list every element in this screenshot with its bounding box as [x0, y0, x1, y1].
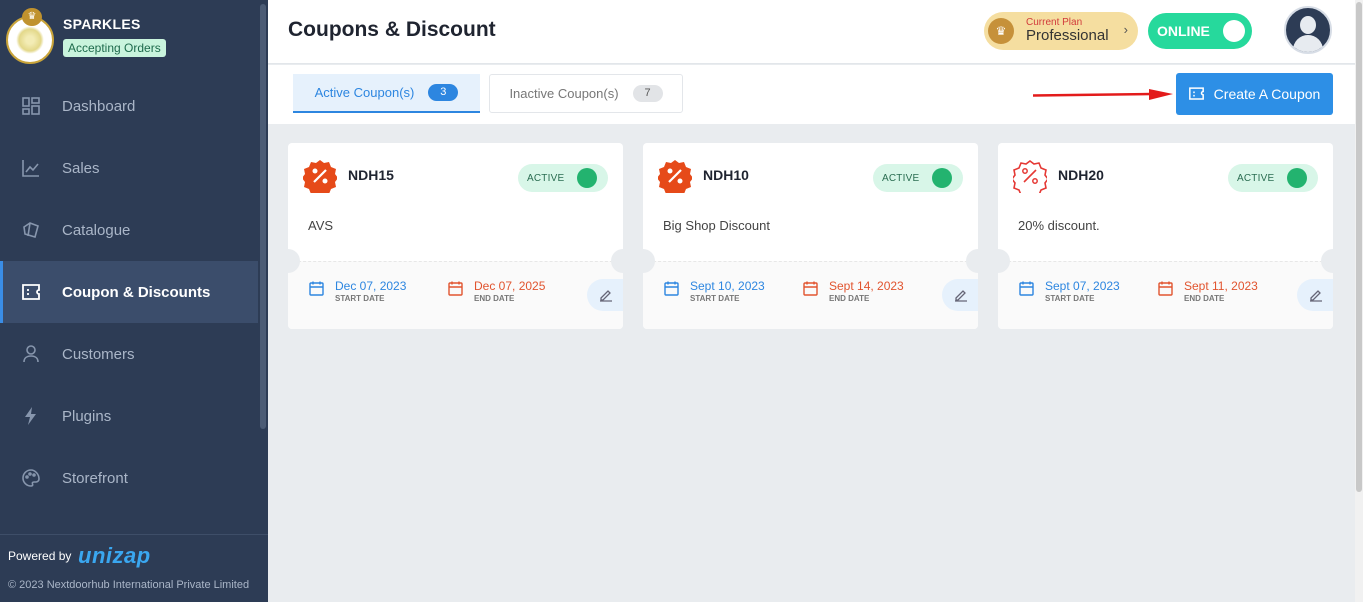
- end-date-label: END DATE: [829, 294, 870, 303]
- coupon-code: NDH10: [703, 167, 749, 183]
- top-header: Coupons & Discount ♛ Current Plan Profes…: [268, 0, 1363, 64]
- sidebar-item-label: Plugins: [62, 407, 112, 425]
- sidebar-item-sales[interactable]: Sales: [0, 137, 258, 199]
- sidebar-item-label: Coupon & Discounts: [62, 283, 211, 301]
- sidebar-footer: Powered by unizap © 2023 Nextdoorhub Int…: [0, 534, 268, 602]
- edit-coupon-button[interactable]: [1297, 279, 1333, 311]
- coupon-icon: [1188, 87, 1204, 101]
- toggle-knob: [1287, 168, 1307, 188]
- pencil-icon: [955, 290, 967, 302]
- calendar-icon: [1019, 281, 1034, 296]
- tab-label: Inactive Coupon(s): [509, 86, 619, 101]
- crown-icon: ♛: [988, 18, 1014, 44]
- lightning-icon: [22, 407, 40, 425]
- coupon-code: NDH15: [348, 167, 394, 183]
- red-arrow-annotation: [1033, 89, 1173, 100]
- coupon-card[interactable]: NDH20 ACTIVE 20% discount. Sept 07, 2023…: [998, 143, 1333, 329]
- page-title: Coupons & Discount: [288, 18, 496, 41]
- start-date-label: START DATE: [690, 294, 740, 303]
- toggle-knob: [1223, 20, 1245, 42]
- chart-line-icon: [22, 159, 40, 177]
- crown-icon: ♛: [22, 8, 42, 26]
- toggle-label: ACTIVE: [527, 173, 565, 184]
- coupon-status-toggle[interactable]: ACTIVE: [873, 164, 963, 192]
- tab-count-badge: 7: [632, 85, 663, 102]
- online-toggle[interactable]: ONLINE: [1148, 13, 1252, 49]
- current-plan-button[interactable]: ♛ Current Plan Professional ›: [984, 12, 1138, 50]
- edit-coupon-button[interactable]: [587, 279, 623, 311]
- user-icon: [22, 345, 40, 363]
- toggle-label: ACTIVE: [882, 173, 920, 184]
- end-date-label: END DATE: [1184, 294, 1225, 303]
- coupon-status-toggle[interactable]: ACTIVE: [518, 164, 608, 192]
- create-coupon-button[interactable]: Create A Coupon: [1176, 73, 1333, 115]
- sidebar-item-plugins[interactable]: Plugins: [0, 385, 258, 447]
- sidebar-item-label: Storefront: [62, 469, 128, 487]
- calendar-icon: [309, 281, 324, 296]
- pencil-icon: [1310, 290, 1322, 302]
- coupon-icon: [22, 283, 40, 301]
- tab-inactive-coupons[interactable]: Inactive Coupon(s) 7: [489, 74, 683, 113]
- sidebar-item-customers[interactable]: Customers: [0, 323, 258, 385]
- sidebar-scrollbar[interactable]: [260, 4, 266, 429]
- chevron-right-icon: ›: [1123, 22, 1128, 37]
- powered-by-text: Powered by: [8, 549, 72, 563]
- toggle-label: ACTIVE: [1237, 173, 1275, 184]
- coupon-card[interactable]: NDH15 ACTIVE AVS Dec 07, 2023 START DATE…: [288, 143, 623, 329]
- coupon-code: NDH20: [1058, 167, 1104, 183]
- percent-badge-filled-icon: [303, 160, 337, 193]
- store-name: SPARKLES: [63, 16, 141, 32]
- end-date-value: Sept 11, 2023: [1184, 279, 1258, 293]
- dashboard-icon: [22, 97, 40, 115]
- coupon-description: AVS: [308, 218, 334, 233]
- calendar-icon: [448, 281, 463, 296]
- sidebar-item-label: Sales: [62, 159, 100, 177]
- plan-name: Professional: [1026, 27, 1109, 44]
- start-date-value: Sept 10, 2023: [690, 279, 765, 293]
- create-coupon-label: Create A Coupon: [1213, 86, 1321, 102]
- tab-active-coupons[interactable]: Active Coupon(s) 3: [293, 74, 480, 113]
- store-status-badge: Accepting Orders: [63, 39, 166, 57]
- end-date-label: END DATE: [474, 294, 515, 303]
- pencil-icon: [600, 290, 612, 302]
- calendar-icon: [1158, 281, 1173, 296]
- sidebar: ♛ SPARKLES Accepting Orders Dashboard Sa…: [0, 0, 268, 602]
- store-brand: ♛ SPARKLES Accepting Orders: [6, 8, 256, 64]
- end-date-value: Sept 14, 2023: [829, 279, 904, 293]
- sidebar-item-label: Customers: [62, 345, 135, 363]
- page-scrollbar[interactable]: [1355, 0, 1363, 602]
- sidebar-item-label: Catalogue: [62, 221, 131, 239]
- sidebar-nav: Dashboard Sales Catalogue Coupon & Disco…: [0, 75, 258, 509]
- copyright-text: © 2023 Nextdoorhub International Private…: [8, 579, 250, 591]
- calendar-icon: [664, 281, 679, 296]
- start-date-label: START DATE: [335, 294, 385, 303]
- start-date-value: Sept 07, 2023: [1045, 279, 1120, 293]
- unizap-logo: unizap: [78, 543, 151, 568]
- sidebar-item-storefront[interactable]: Storefront: [0, 447, 258, 509]
- toggle-knob: [577, 168, 597, 188]
- tab-count-badge: 3: [428, 84, 459, 101]
- sidebar-item-coupons[interactable]: Coupon & Discounts: [0, 261, 258, 323]
- sidebar-item-catalogue[interactable]: Catalogue: [0, 199, 258, 261]
- coupon-tabs-bar: Active Coupon(s) 3 Inactive Coupon(s) 7 …: [268, 65, 1355, 124]
- percent-badge-filled-icon: [658, 160, 692, 193]
- catalogue-icon: [22, 221, 40, 239]
- user-avatar[interactable]: [1284, 6, 1332, 54]
- edit-coupon-button[interactable]: [942, 279, 978, 311]
- percent-badge-outline-icon: [1013, 160, 1047, 193]
- toggle-knob: [932, 168, 952, 188]
- start-date-label: START DATE: [1045, 294, 1095, 303]
- coupon-description: Big Shop Discount: [663, 218, 770, 233]
- coupon-card[interactable]: NDH10 ACTIVE Big Shop Discount Sept 10, …: [643, 143, 978, 329]
- tab-label: Active Coupon(s): [314, 85, 415, 100]
- start-date-value: Dec 07, 2023: [335, 279, 407, 293]
- calendar-icon: [803, 281, 818, 296]
- coupon-description: 20% discount.: [1018, 218, 1100, 233]
- end-date-value: Dec 07, 2025: [474, 279, 546, 293]
- online-status-label: ONLINE: [1157, 23, 1210, 39]
- coupon-status-toggle[interactable]: ACTIVE: [1228, 164, 1318, 192]
- sidebar-item-label: Dashboard: [62, 97, 136, 115]
- palette-icon: [22, 469, 40, 487]
- sidebar-item-dashboard[interactable]: Dashboard: [0, 75, 258, 137]
